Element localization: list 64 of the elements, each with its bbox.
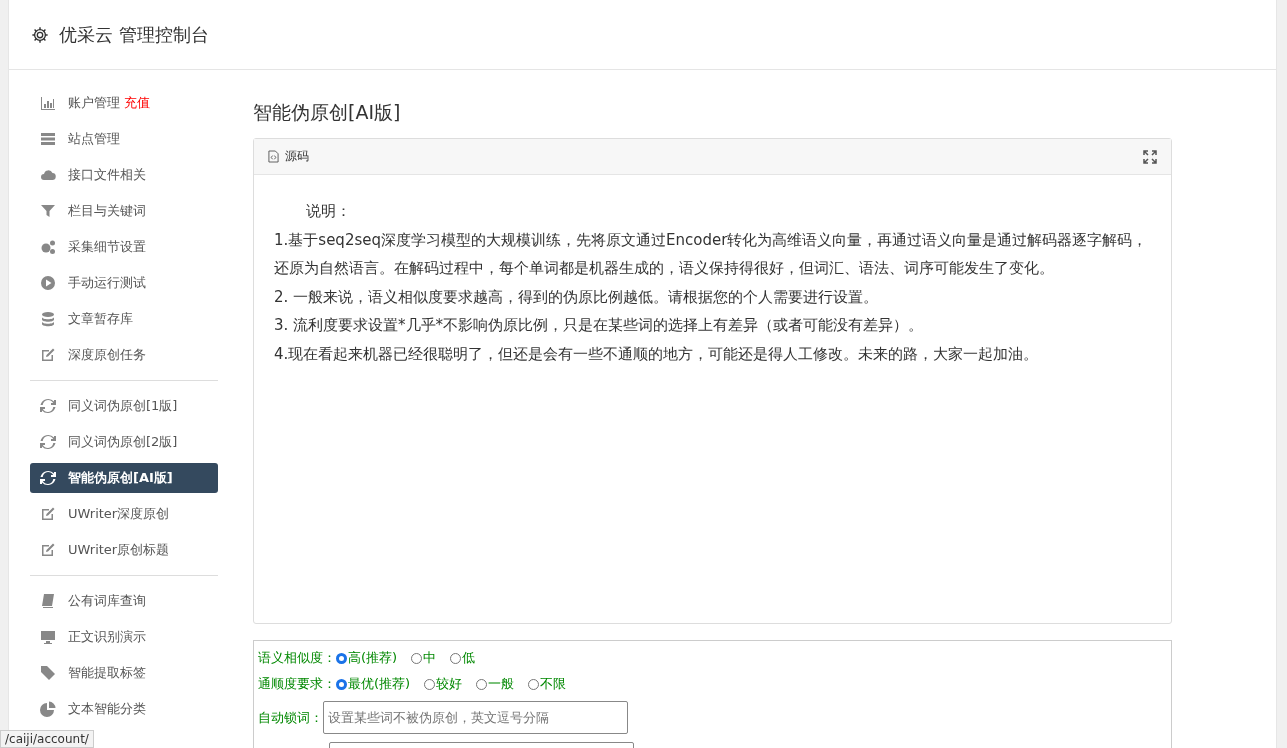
option-label: 通顺度要求： — [258, 675, 336, 693]
pie-chart-icon — [40, 701, 56, 717]
sidebar-item[interactable]: 同义词伪原创[2版] — [30, 427, 218, 457]
sidebar-item[interactable]: 文本智能分类 — [30, 694, 218, 724]
source-button[interactable]: 源码 — [268, 148, 309, 165]
radio-button[interactable] — [411, 652, 423, 664]
edit-icon — [40, 506, 56, 522]
recharge-link[interactable]: 充值 — [124, 94, 150, 112]
sidebar-item[interactable]: 文章暂存库 — [30, 304, 218, 334]
refresh-icon — [40, 398, 56, 414]
radio-button[interactable] — [424, 678, 436, 690]
option-label: 语义相似度： — [258, 649, 336, 667]
radio-button[interactable] — [336, 678, 347, 690]
radio-option[interactable]: 较好 — [424, 675, 463, 693]
editor-paragraph: 3. 流利度要求设置*几乎*不影响伪原比例，只是在某些词的选择上有差异（或者可能没有差异）。 — [274, 315, 925, 336]
sidebar-item[interactable]: 站点管理 — [30, 124, 218, 154]
sidebar-item[interactable]: UWriter原创标题 — [30, 535, 218, 565]
sidebar-item[interactable]: 账户管理 充值 — [30, 88, 218, 118]
edit-icon — [40, 347, 56, 363]
settings-icon — [31, 25, 49, 44]
sidebar-item[interactable]: 采集细节设置 — [30, 232, 218, 262]
console-title: 优采云 管理控制台 — [59, 22, 209, 47]
radio-button[interactable] — [528, 678, 540, 690]
cloud-upload-icon — [40, 167, 56, 183]
page-title: 智能伪原创[AI版] — [253, 100, 402, 125]
sidebar-item[interactable]: 同义词伪原创[1版] — [30, 391, 218, 421]
edit-icon — [40, 542, 56, 558]
editor-paragraph: 2. 一般来说，语义相似度要求越高，得到的伪原比例越低。请根据您的个人需要进行设置。 — [274, 286, 880, 308]
sidebar-item[interactable]: 手动运行测试 — [30, 268, 218, 298]
monitor-icon — [40, 629, 56, 645]
refresh-icon — [40, 434, 56, 450]
radio-option[interactable]: 高(推荐) — [336, 649, 398, 667]
radio-button[interactable] — [476, 678, 488, 690]
option-label: 自动锁词： — [258, 708, 323, 727]
sidebar-item[interactable]: 智能伪原创[AI版] — [30, 463, 218, 493]
radio-button[interactable] — [336, 652, 347, 664]
sidebar-item[interactable]: 栏目与关键词 — [30, 196, 218, 226]
refresh-icon — [40, 470, 56, 486]
sidebar-item[interactable]: UWriter深度原创 — [30, 499, 218, 529]
tag-icon — [40, 665, 56, 681]
radio-button[interactable] — [450, 652, 462, 664]
bar-chart-icon — [40, 95, 56, 111]
radio-option[interactable]: 中 — [411, 649, 437, 667]
radio-option[interactable]: 低 — [450, 649, 476, 667]
book-icon — [40, 593, 56, 609]
status-url: /caiji/account/ — [0, 730, 94, 748]
sidebar-item[interactable]: 智能提取标签 — [30, 658, 218, 688]
radio-option[interactable]: 一般 — [476, 675, 515, 693]
filter-icon — [40, 203, 56, 219]
sidebar-item[interactable]: 公有词库查询 — [30, 586, 218, 616]
radio-option[interactable]: 最优(推荐) — [336, 675, 411, 693]
sidebar-item[interactable]: 深度原创任务 — [30, 340, 218, 370]
fullscreen-icon[interactable] — [1143, 149, 1157, 164]
server-icon — [40, 131, 56, 147]
lock-words-field[interactable]: 设置某些词不被伪原创，英文逗号分隔 — [323, 701, 628, 734]
editor-paragraph: 4.现在看起来机器已经很聪明了，但还是会有一些不通顺的地方，可能还是得人工修改。未来的路，大家一起加油。 — [274, 343, 1040, 365]
sidebar-item[interactable]: 接口文件相关 — [30, 160, 218, 190]
editor-paragraph: 1.基于seq2seq深度学习模型的大规模训练，先将原文通过Encoder转化为高维语义向量，再通过语义向量是通过解码器逐字解码，还原为自然语言。在解码过程中，每个单词都是机器生成的，语义保持得很好，但词汇、语法、词序可能发生了变化。 — [274, 229, 1149, 279]
sidebar-item[interactable]: 正文识别演示 — [30, 622, 218, 652]
code-file-icon — [268, 150, 279, 163]
play-icon — [40, 275, 56, 291]
radio-option[interactable]: 不限 — [528, 675, 567, 693]
database-icon — [40, 311, 56, 327]
editor-paragraph: 说明： — [305, 201, 352, 222]
